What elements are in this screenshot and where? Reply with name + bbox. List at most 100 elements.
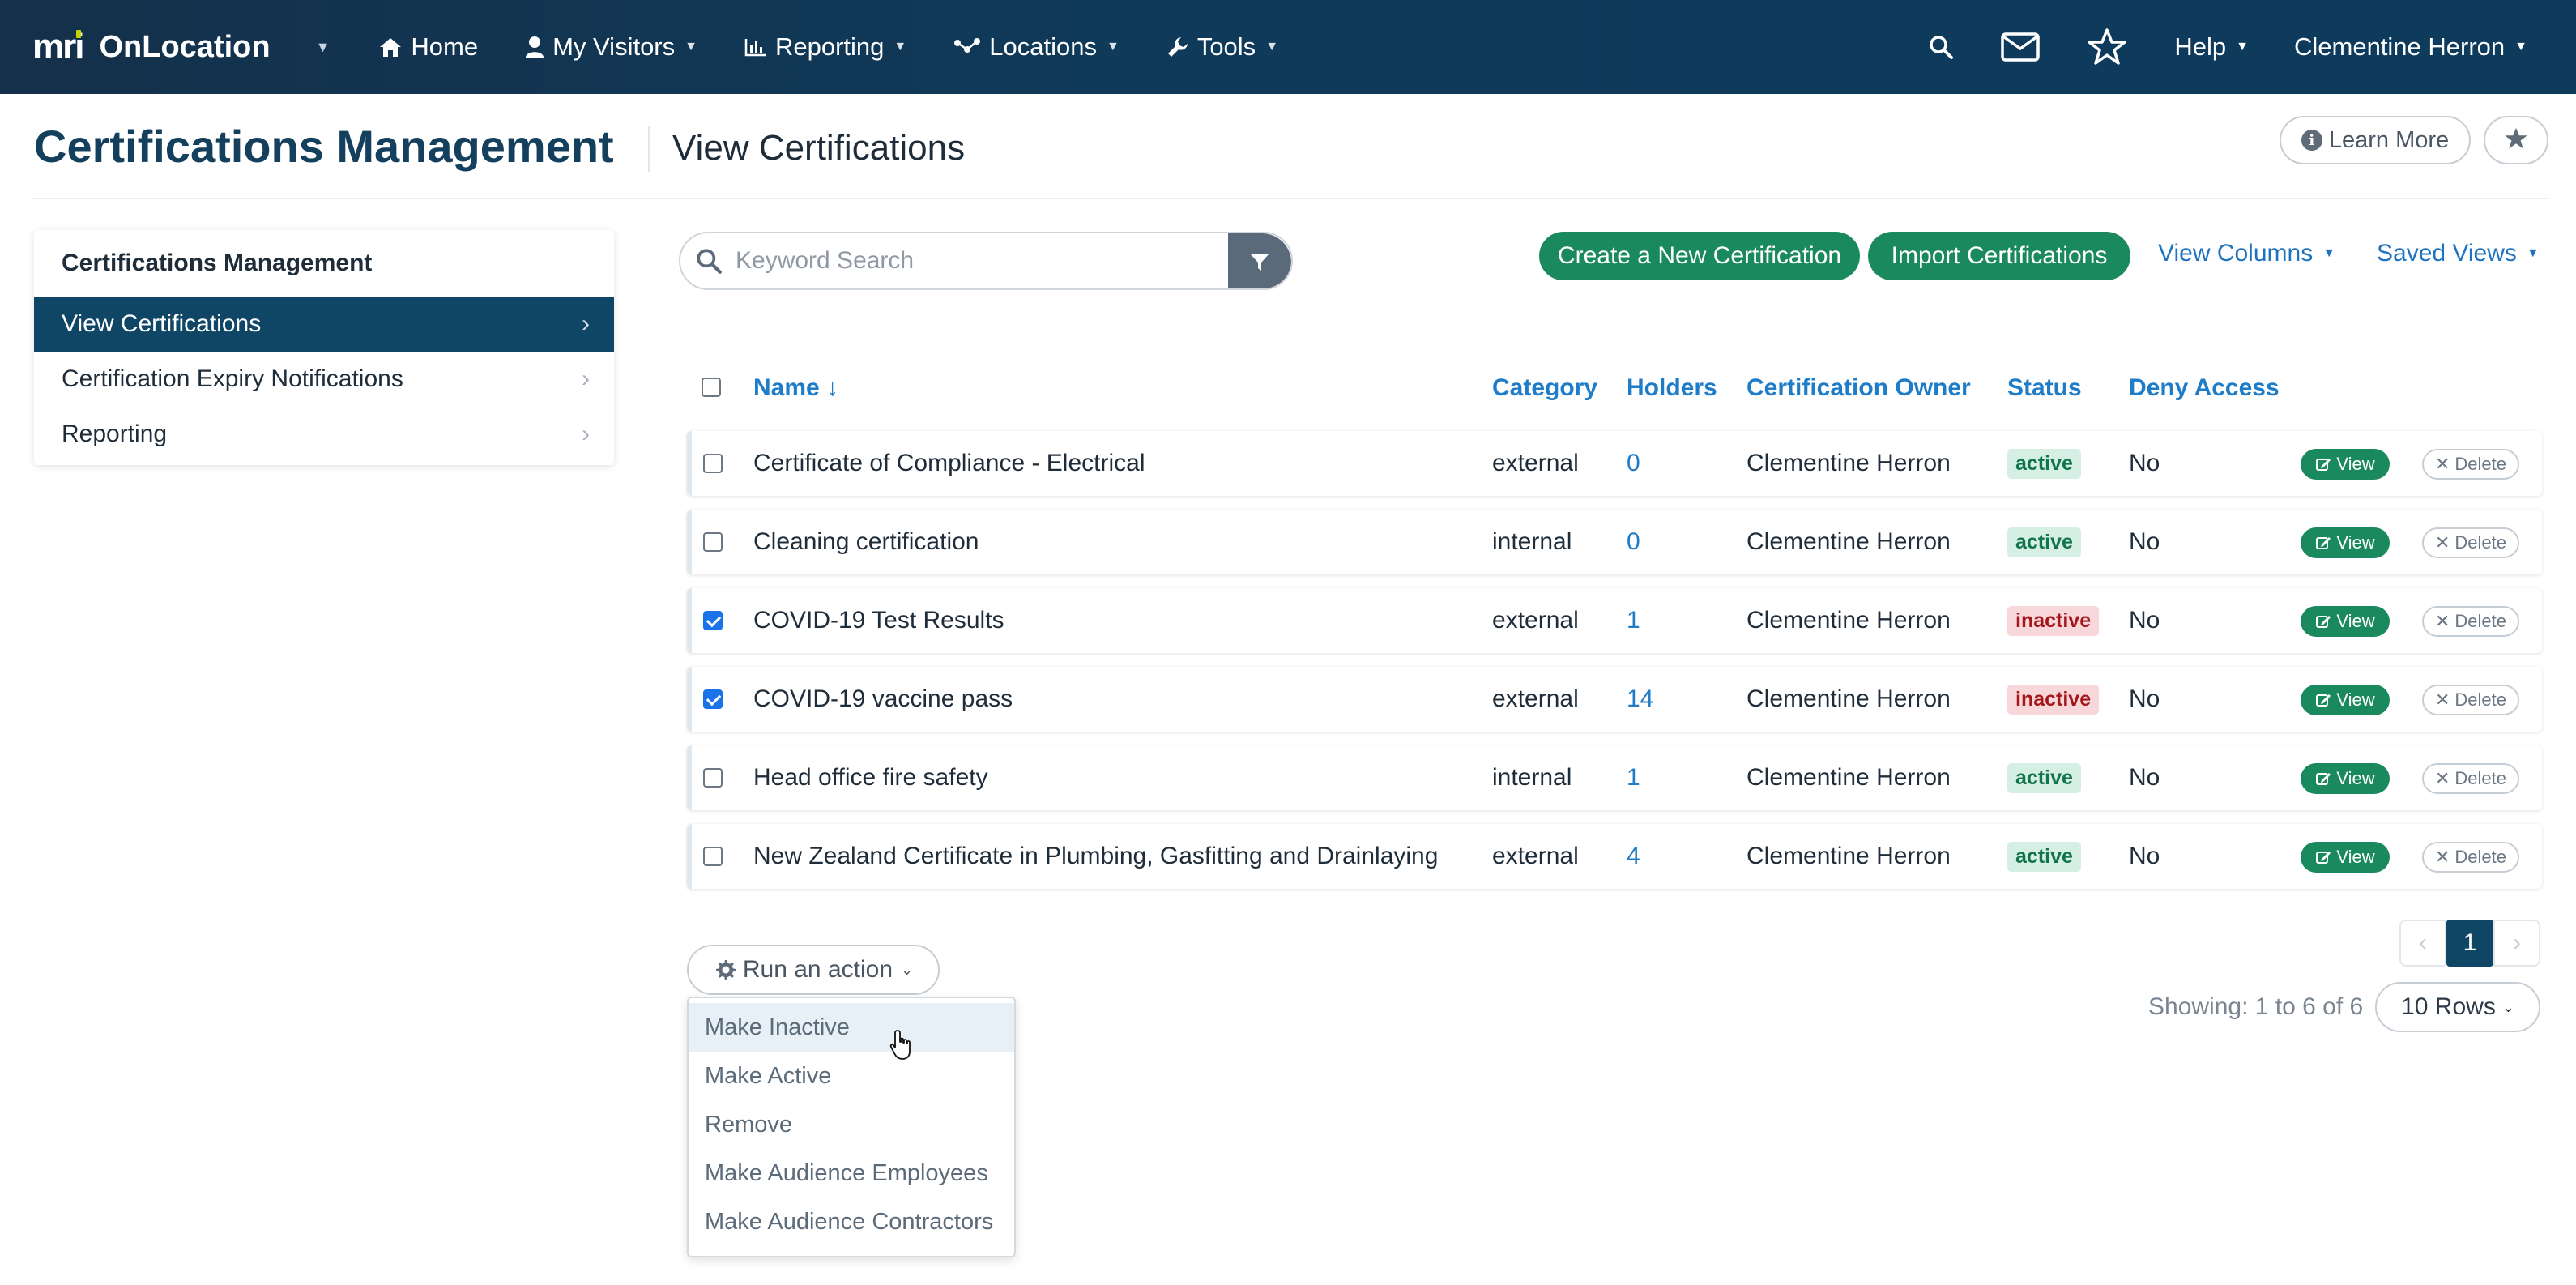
- row-checkbox[interactable]: [703, 689, 723, 709]
- favorite-button[interactable]: [2484, 116, 2548, 164]
- column-header-owner[interactable]: Certification Owner: [1746, 374, 1971, 402]
- rows-per-page-dropdown[interactable]: 10 Rows ⌄: [2375, 982, 2540, 1032]
- view-button[interactable]: View: [2301, 449, 2390, 480]
- star-icon[interactable]: [2087, 28, 2127, 66]
- learn-more-button[interactable]: i Learn More: [2280, 116, 2471, 164]
- cell-holders-link[interactable]: 14: [1627, 667, 1653, 732]
- cell-holders-link[interactable]: 4: [1627, 824, 1640, 889]
- close-icon: ✕: [2434, 768, 2450, 788]
- close-icon: ✕: [2434, 847, 2450, 867]
- title-divider: [648, 126, 650, 172]
- search-icon[interactable]: [1928, 34, 1954, 60]
- cell-holders-link[interactable]: 1: [1627, 588, 1640, 653]
- status-badge: active: [2007, 448, 2081, 479]
- row-checkbox[interactable]: [703, 847, 723, 866]
- cell-holders-link[interactable]: 1: [1627, 745, 1640, 810]
- run-action-button[interactable]: Run an action ⌄: [687, 945, 940, 995]
- delete-label: Delete: [2454, 454, 2507, 474]
- keyword-search: [679, 232, 1293, 290]
- edit-icon: [2316, 694, 2331, 707]
- user-menu[interactable]: Clementine Herron ▼: [2294, 32, 2527, 62]
- row-checkbox[interactable]: [703, 768, 723, 788]
- delete-label: Delete: [2454, 532, 2507, 553]
- column-header-holders[interactable]: Holders: [1627, 374, 1717, 402]
- cell-name: New Zealand Certificate in Plumbing, Gas…: [753, 843, 1439, 869]
- cell-deny-access: No: [2129, 607, 2160, 634]
- delete-button[interactable]: ✕ Delete: [2422, 763, 2519, 794]
- nav-item-label: Reporting: [774, 32, 885, 61]
- sidebar-item-view-certifications[interactable]: View Certifications ›: [34, 297, 614, 352]
- cell-deny-access: No: [2129, 843, 2160, 869]
- row-checkbox[interactable]: [703, 532, 723, 552]
- view-button[interactable]: View: [2301, 527, 2390, 558]
- view-button[interactable]: View: [2301, 842, 2390, 873]
- view-label: View: [2336, 611, 2375, 631]
- help-menu[interactable]: Help ▼: [2174, 32, 2249, 62]
- next-page-button[interactable]: ›: [2493, 920, 2540, 967]
- column-header-category[interactable]: Category: [1492, 374, 1597, 402]
- cell-name: Certificate of Compliance - Electrical: [753, 450, 1145, 476]
- home-icon: [378, 36, 403, 58]
- edit-icon: [2316, 459, 2331, 471]
- nav-item-home[interactable]: Home: [378, 32, 478, 62]
- import-certifications-button[interactable]: Import Certifications: [1868, 232, 2130, 280]
- cell-name: COVID-19 Test Results: [753, 607, 1004, 634]
- table-row: COVID-19 vaccine pass external 14 Clementin…: [687, 667, 2542, 732]
- menu-item-make-inactive[interactable]: Make Inactive: [689, 1003, 1014, 1052]
- app-switcher-chevron-down-icon[interactable]: ▼: [316, 39, 331, 56]
- column-header-status[interactable]: Status: [2007, 374, 2082, 402]
- page-subtitle: View Certifications: [672, 128, 966, 168]
- close-icon: ✕: [2434, 454, 2450, 474]
- filter-icon: [1251, 254, 1269, 271]
- chevron-down-icon: ▼: [2514, 40, 2527, 53]
- delete-label: Delete: [2454, 689, 2507, 710]
- previous-page-button[interactable]: ‹: [2399, 920, 2446, 967]
- page-number-button[interactable]: 1: [2446, 920, 2493, 967]
- rows-per-page-label: 10 Rows: [2401, 993, 2496, 1020]
- delete-button[interactable]: ✕ Delete: [2422, 606, 2519, 637]
- nav-item-my-visitors[interactable]: My Visitors ▼: [525, 32, 697, 62]
- menu-item-make-audience-employees[interactable]: Make Audience Employees: [689, 1149, 1014, 1197]
- help-label: Help: [2174, 32, 2227, 61]
- delete-button[interactable]: ✕ Delete: [2422, 527, 2519, 558]
- search-input[interactable]: [736, 247, 1189, 275]
- cell-holders-link[interactable]: 0: [1627, 510, 1640, 574]
- delete-label: Delete: [2454, 611, 2507, 631]
- menu-item-remove[interactable]: Remove: [689, 1100, 1014, 1149]
- top-navigation-bar: mri OnLocation ▼ Home My Visitors ▼ Repo…: [0, 0, 2576, 94]
- delete-button[interactable]: ✕ Delete: [2422, 685, 2519, 715]
- table-row: Cleaning certification internal 0 Clementin…: [687, 510, 2542, 574]
- app-name: OnLocation: [99, 29, 271, 64]
- cell-holders-link[interactable]: 0: [1627, 431, 1640, 496]
- view-button[interactable]: View: [2301, 685, 2390, 715]
- brand[interactable]: mri OnLocation: [32, 27, 271, 67]
- select-all-checkbox[interactable]: [702, 378, 721, 397]
- saved-views-dropdown[interactable]: Saved Views ▼: [2377, 240, 2540, 267]
- row-checkbox[interactable]: [703, 611, 723, 630]
- mri-logo: mri: [32, 27, 85, 66]
- delete-button[interactable]: ✕ Delete: [2422, 449, 2519, 480]
- chevron-down-icon: ▼: [2322, 246, 2336, 260]
- sidebar-item-certification-expiry-notifications[interactable]: Certification Expiry Notifications ›: [34, 352, 614, 407]
- close-icon: ✕: [2434, 689, 2450, 710]
- column-header-name[interactable]: Name ↓: [753, 374, 838, 402]
- view-button[interactable]: View: [2301, 606, 2390, 637]
- user-icon: [525, 36, 544, 58]
- nav-item-tools[interactable]: Tools ▼: [1166, 32, 1278, 62]
- menu-item-make-audience-contractors[interactable]: Make Audience Contractors: [689, 1197, 1014, 1246]
- network-icon: [953, 36, 981, 58]
- nav-item-reporting[interactable]: Reporting ▼: [744, 32, 906, 62]
- create-certification-button[interactable]: Create a New Certification: [1539, 232, 1860, 280]
- delete-button[interactable]: ✕ Delete: [2422, 842, 2519, 873]
- column-header-deny-access[interactable]: Deny Access: [2129, 374, 2280, 402]
- mail-icon[interactable]: [2001, 32, 2041, 62]
- nav-item-locations[interactable]: Locations ▼: [953, 32, 1120, 62]
- view-columns-dropdown[interactable]: View Columns ▼: [2158, 240, 2335, 267]
- view-button[interactable]: View: [2301, 763, 2390, 794]
- row-checkbox[interactable]: [703, 454, 723, 473]
- hand-cursor-icon: [889, 1029, 914, 1065]
- menu-item-make-active[interactable]: Make Active: [689, 1052, 1014, 1100]
- filter-button[interactable]: [1228, 233, 1291, 288]
- star-icon: [2503, 126, 2529, 155]
- sidebar-item-reporting[interactable]: Reporting ›: [34, 407, 614, 462]
